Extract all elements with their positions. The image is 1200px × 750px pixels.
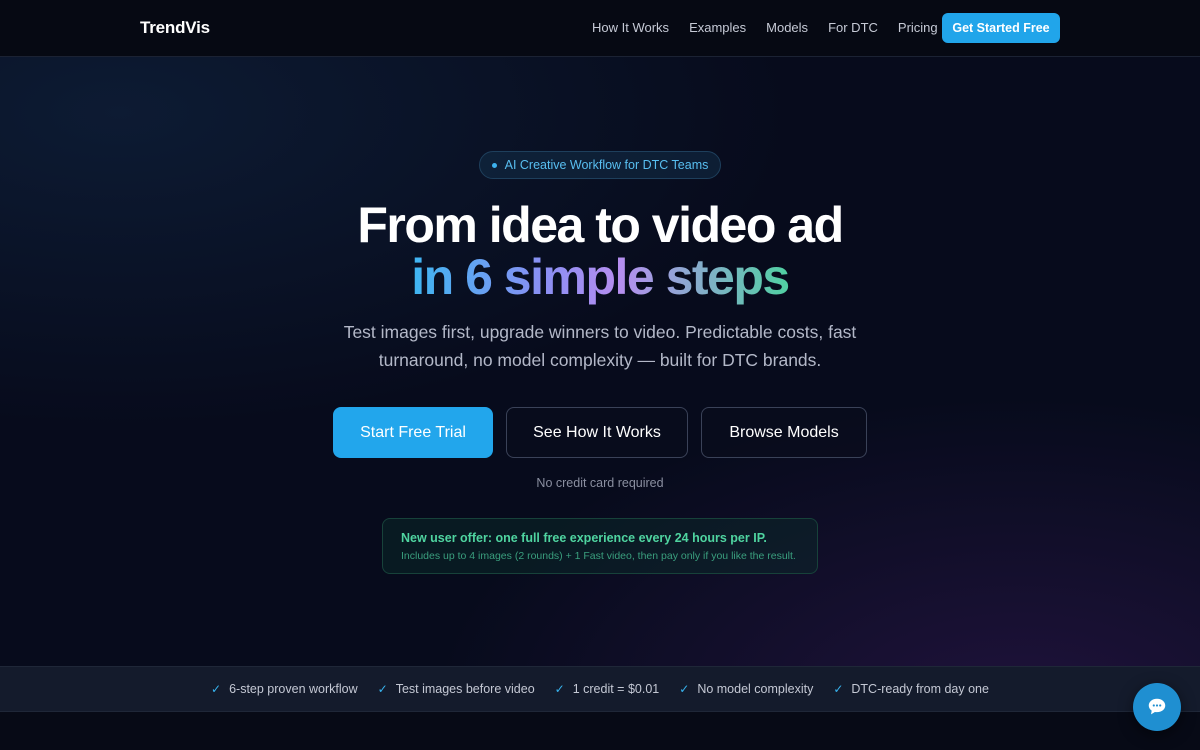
get-started-button[interactable]: Get Started Free xyxy=(942,13,1060,43)
feature-item: ✓ 6-step proven workflow xyxy=(211,682,358,696)
nav-link-for-dtc[interactable]: For DTC xyxy=(828,20,878,35)
browse-models-button[interactable]: Browse Models xyxy=(701,407,867,458)
feature-strip: ✓ 6-step proven workflow ✓ Test images bef… xyxy=(0,666,1200,712)
feature-item: ✓ 1 credit = $0.01 xyxy=(555,682,660,696)
hero-badge: AI Creative Workflow for DTC Teams xyxy=(479,151,721,179)
feature-label: 1 credit = $0.01 xyxy=(572,682,660,696)
hero-title-gradient-text: in 6 simple steps xyxy=(411,249,790,305)
check-icon: ✓ xyxy=(554,682,565,696)
nav-link-pricing[interactable]: Pricing xyxy=(898,20,938,35)
feature-item: ✓ DTC-ready from day one xyxy=(833,682,989,696)
check-icon: ✓ xyxy=(377,682,388,696)
see-how-it-works-button[interactable]: See How It Works xyxy=(506,407,688,458)
new-user-offer-box: New user offer: one full free experience… xyxy=(382,518,818,574)
check-icon: ✓ xyxy=(679,682,690,696)
hero-badge-label: AI Creative Workflow for DTC Teams xyxy=(504,158,709,172)
chat-bubble-icon xyxy=(1148,698,1166,715)
brand-logo[interactable]: TrendVis xyxy=(140,18,210,38)
offer-title: New user offer: one full free experience… xyxy=(401,531,767,545)
hero-title-line1: From idea to video ad xyxy=(357,197,844,253)
feature-label: DTC-ready from day one xyxy=(851,682,989,696)
chat-widget-button[interactable] xyxy=(1133,683,1181,731)
feature-label: No model complexity xyxy=(697,682,814,696)
nav-links: How It Works Examples Models For DTC Pri… xyxy=(592,20,958,35)
no-credit-card-note: No credit card required xyxy=(536,476,664,490)
hero-title-line2: in 6 simple steps xyxy=(0,250,1200,304)
dot-icon xyxy=(491,162,497,168)
top-navbar: TrendVis How It Works Examples Models Fo… xyxy=(0,0,1200,57)
nav-link-models[interactable]: Models xyxy=(766,20,808,35)
feature-label: Test images before video xyxy=(395,682,535,696)
page-bottom-section xyxy=(0,712,1200,750)
nav-link-how-it-works[interactable]: How It Works xyxy=(592,20,669,35)
check-icon: ✓ xyxy=(833,682,844,696)
offer-description: Includes up to 4 images (2 rounds) + 1 F… xyxy=(401,550,796,562)
hero-subtitle: Test images first, upgrade winners to vi… xyxy=(343,322,857,370)
start-free-trial-button[interactable]: Start Free Trial xyxy=(333,407,493,458)
check-icon: ✓ xyxy=(211,682,222,696)
feature-item: ✓ Test images before video xyxy=(378,682,535,696)
nav-link-examples[interactable]: Examples xyxy=(689,20,746,35)
feature-item: ✓ No model complexity xyxy=(679,682,813,696)
feature-label: 6-step proven workflow xyxy=(229,682,358,696)
